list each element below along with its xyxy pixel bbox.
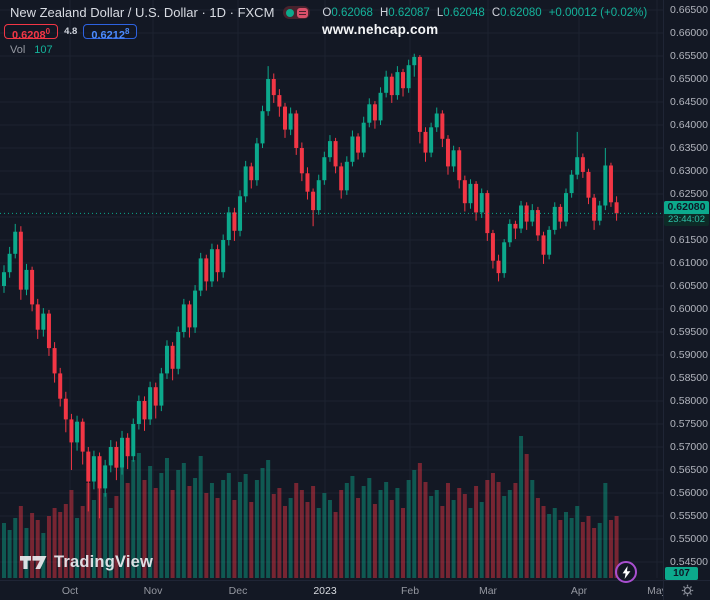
- price-tick: 0.57500: [670, 418, 708, 430]
- time-tick: 2023: [313, 585, 336, 597]
- price-tick: 0.60500: [670, 280, 708, 292]
- high-label: H: [380, 7, 388, 19]
- lightning-bolt-icon: [622, 566, 631, 579]
- time-tick: Nov: [144, 585, 163, 597]
- volume-value: 107: [34, 44, 52, 56]
- tradingview-logo[interactable]: TradingView: [20, 553, 153, 572]
- price-axis[interactable]: 0.66500 0.66000 0.65500 0.65000 0.64500 0.640…: [663, 0, 710, 580]
- ohlc-values: O0.62068 H0.62087 L0.62048 C0.62080 +0.0…: [322, 7, 647, 19]
- price-tick: 0.66500: [670, 4, 708, 16]
- price-tick: 0.59500: [670, 326, 708, 338]
- price-tick: 0.55000: [670, 533, 708, 545]
- bid-price-pip: 0: [46, 27, 50, 36]
- price-tick: 0.61500: [670, 234, 708, 246]
- price-tick: 0.60000: [670, 303, 708, 315]
- watermark-text: www.nehcap.com: [322, 22, 438, 37]
- price-tick: 0.65000: [670, 73, 708, 85]
- price-tick: 0.61000: [670, 257, 708, 269]
- time-tick: Feb: [401, 585, 419, 597]
- time-tick: Dec: [229, 585, 248, 597]
- time-axis[interactable]: OctNovDec2023FebMarAprMay: [0, 580, 663, 600]
- close-label: C: [492, 7, 500, 19]
- sell-bid-button[interactable]: 0.62080: [4, 24, 58, 39]
- axis-corner: [663, 580, 710, 600]
- time-tick: Oct: [62, 585, 78, 597]
- chart-legend: New Zealand Dollar / U.S. Dollar · 1D · …: [10, 5, 647, 20]
- price-tick: 0.58000: [670, 395, 708, 407]
- ask-price-pip: 8: [125, 27, 129, 36]
- low-value: 0.62048: [443, 7, 485, 19]
- volume-label: Vol: [10, 44, 25, 56]
- time-tick: Apr: [571, 585, 587, 597]
- price-tick: 0.55500: [670, 510, 708, 522]
- price-tick: 0.59000: [670, 349, 708, 361]
- tradingview-logo-text: TradingView: [54, 553, 153, 572]
- price-tick: 0.63000: [670, 165, 708, 177]
- ask-price: 0.6212: [91, 30, 125, 42]
- volume-axis-label: 107: [665, 567, 698, 580]
- volume-legend: Vol 107: [10, 44, 53, 56]
- close-value: 0.62080: [500, 7, 542, 19]
- price-tick: 0.58500: [670, 372, 708, 384]
- price-tick: 0.64000: [670, 119, 708, 131]
- current-price-value: 0.62080: [664, 201, 709, 214]
- price-tick: 0.62500: [670, 188, 708, 200]
- instant-order-button[interactable]: [615, 561, 637, 583]
- time-tick: Mar: [479, 585, 497, 597]
- market-open-dot-icon: [286, 9, 294, 17]
- candlestick-chart[interactable]: [0, 0, 663, 578]
- change-value: +0.00012 (+0.02%): [549, 7, 647, 19]
- symbol-title[interactable]: New Zealand Dollar / U.S. Dollar · 1D · …: [10, 5, 274, 20]
- price-tick: 0.57000: [670, 441, 708, 453]
- price-tick: 0.66000: [670, 27, 708, 39]
- price-tick: 0.64500: [670, 96, 708, 108]
- data-feed-icon: [297, 8, 308, 18]
- price-tick: 0.63500: [670, 142, 708, 154]
- open-value: 0.62068: [331, 7, 373, 19]
- current-price-label: 0.62080 23:44:02: [664, 201, 709, 226]
- market-status-toggle[interactable]: [283, 6, 310, 19]
- tradingview-mark-icon: [20, 556, 47, 570]
- price-tick: 0.65500: [670, 50, 708, 62]
- bid-price: 0.6208: [12, 30, 46, 42]
- price-tick: 0.56000: [670, 487, 708, 499]
- spread-value: 4.8: [64, 26, 77, 37]
- buy-ask-button[interactable]: 0.62128: [83, 24, 137, 39]
- settings-gear-icon[interactable]: [681, 584, 694, 597]
- bid-ask-panel: 0.62080 4.8 0.62128: [4, 24, 137, 39]
- bar-countdown: 23:44:02: [664, 214, 709, 226]
- price-tick: 0.56500: [670, 464, 708, 476]
- high-value: 0.62087: [388, 7, 430, 19]
- trading-chart-app: 0.66500 0.66000 0.65500 0.65000 0.64500 0.640…: [0, 0, 710, 600]
